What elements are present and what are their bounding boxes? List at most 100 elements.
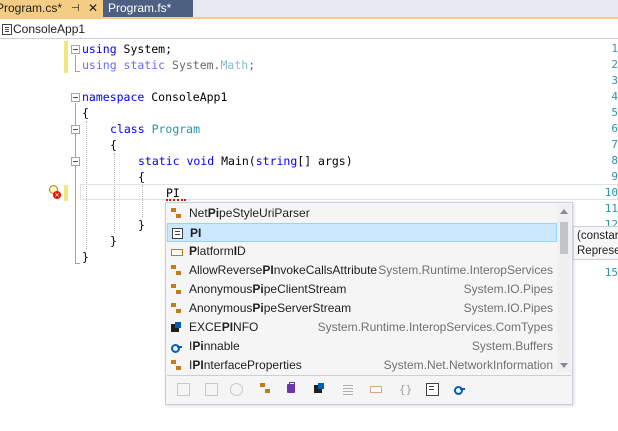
current-line-highlight [80,184,618,200]
completion-item-selected[interactable]: PI [167,223,557,242]
collapse-icon[interactable] [71,93,80,102]
snippet-filter-icon[interactable] [205,383,218,396]
code-text: { [110,138,117,152]
keyword: using [82,42,117,56]
code-text: ConsoleApp1 [144,90,228,104]
line-number: 9 [611,170,618,183]
line-number: 11 [604,202,618,215]
item-namespace: System.Runtime.InteropServices [378,263,553,277]
tab-program-fs[interactable]: Program.fs* [103,0,193,17]
completion-item[interactable]: IPinnable System.Buffers [167,337,557,356]
keyword: static void [138,154,215,168]
close-tab-icon[interactable]: ✕ [88,0,98,17]
item-match-part: P [189,244,198,258]
item-namespace: System.IO.Pipes [463,282,553,296]
tab-program-cs[interactable]: Program.cs* ⊣ ✕ [0,0,103,17]
outline-end [75,71,80,72]
namespace-filter-icon[interactable] [230,383,243,396]
code-text: System. [165,58,221,72]
completion-item[interactable]: NetPipeStyleUriParser [167,204,557,223]
quick-info-tooltip: (constar Represe [573,226,618,260]
csharp-project-icon [2,24,12,35]
item-match-part: Pi [252,301,264,315]
error-icon: × [53,191,61,199]
change-marker [64,41,68,73]
lightbulb-error-icon[interactable]: × [48,185,61,199]
completion-item[interactable]: IPInterfaceProperties System.Net.Network… [167,356,557,375]
line-number: 15 [604,266,618,279]
tooltip-line: Represe [577,245,618,257]
collapse-icon[interactable] [71,45,80,54]
item-name-part: Anonymous [189,282,253,296]
completion-scrollbar[interactable] [557,204,571,372]
code-text: } [110,234,117,248]
completion-item[interactable]: EXCEPINFO System.Runtime.InteropServices… [167,318,557,337]
item-name-part: peClientStream [263,282,347,296]
item-match-part: Pi [207,206,220,220]
project-dropdown[interactable]: ConsoleApp1 [13,22,85,36]
code-line-2[interactable]: using static System.Math; [82,57,255,73]
code-text: } [82,250,89,264]
interface-filter-icon[interactable] [454,383,467,396]
outline-end [75,263,80,264]
line-number: 4 [611,90,618,103]
code-line-6[interactable]: class Program [110,121,200,137]
braces-filter-icon[interactable]: {} [399,383,412,396]
property-filter-icon[interactable] [370,383,383,396]
code-line-12[interactable]: } [138,217,145,233]
line-number: 6 [611,122,618,135]
class-icon [171,284,182,295]
code-line-7[interactable]: { [110,137,117,153]
code-line-14[interactable]: } [82,249,89,265]
outline-line [75,55,76,71]
completion-item[interactable]: AllowReversePInvokeCallsAttribute System… [167,261,557,280]
line-number: 7 [611,138,618,151]
class-icon [171,265,182,276]
item-name-part: peStyleUriParser [219,206,310,220]
collapse-icon[interactable] [71,157,80,166]
change-marker [64,185,68,201]
code-text: { [82,106,89,120]
method-filter-icon[interactable] [426,383,439,396]
type-name: Math [220,58,249,72]
completion-item[interactable]: AnonymousPipeClientStream System.IO.Pipe… [167,280,557,299]
item-match-part: PI [190,226,202,240]
pin-icon[interactable]: ⊣ [71,0,80,17]
item-name-part: NFO [233,320,259,334]
constant-filter-icon[interactable] [314,383,327,396]
item-name-part: peServerStream [263,301,352,315]
line-number: 3 [611,74,618,87]
field-filter-icon[interactable] [342,383,355,396]
item-name-part: D [237,244,246,258]
type-name: Program [151,122,201,136]
code-text: ; [248,58,256,72]
scroll-thumb[interactable] [560,222,568,254]
class-icon [171,303,182,314]
item-match-part: PI [221,320,234,334]
code-line-1[interactable]: using System; [82,41,172,57]
scroll-up-icon[interactable] [560,209,568,214]
keyword-filter-icon[interactable] [177,383,190,396]
line-number: 5 [611,106,618,119]
line-number: 1 [611,42,618,55]
code-line-4[interactable]: namespace ConsoleApp1 [82,89,227,105]
item-name-part: nvokeCallsAttribute [273,263,378,277]
collapse-icon[interactable] [71,125,80,134]
completion-item[interactable]: PlatformID [167,242,557,261]
intellisense-completion-list: NetPipeStyleUriParser PI PlatformID Allo… [165,202,573,405]
constant-icon [171,322,182,333]
item-namespace: System.Buffers [471,339,553,353]
scroll-down-icon[interactable] [560,363,568,368]
item-name-part: EXCE [189,320,222,334]
item-name-part: AllowReverse [189,263,263,277]
code-line-8[interactable]: static void Main(string[] args) [138,153,353,169]
keyword: using static [82,58,166,72]
class-filter-icon[interactable] [260,383,273,396]
code-line-13[interactable]: } [110,233,117,249]
code-line-5[interactable]: { [82,105,89,121]
code-line-9[interactable]: { [138,169,145,185]
completion-item[interactable]: AnonymousPipeServerStream System.IO.Pipe… [167,299,557,318]
item-name-part: Anonymous [189,301,253,315]
module-filter-icon[interactable] [286,382,299,396]
tab-program-fs-label: Program.fs* [108,1,172,15]
